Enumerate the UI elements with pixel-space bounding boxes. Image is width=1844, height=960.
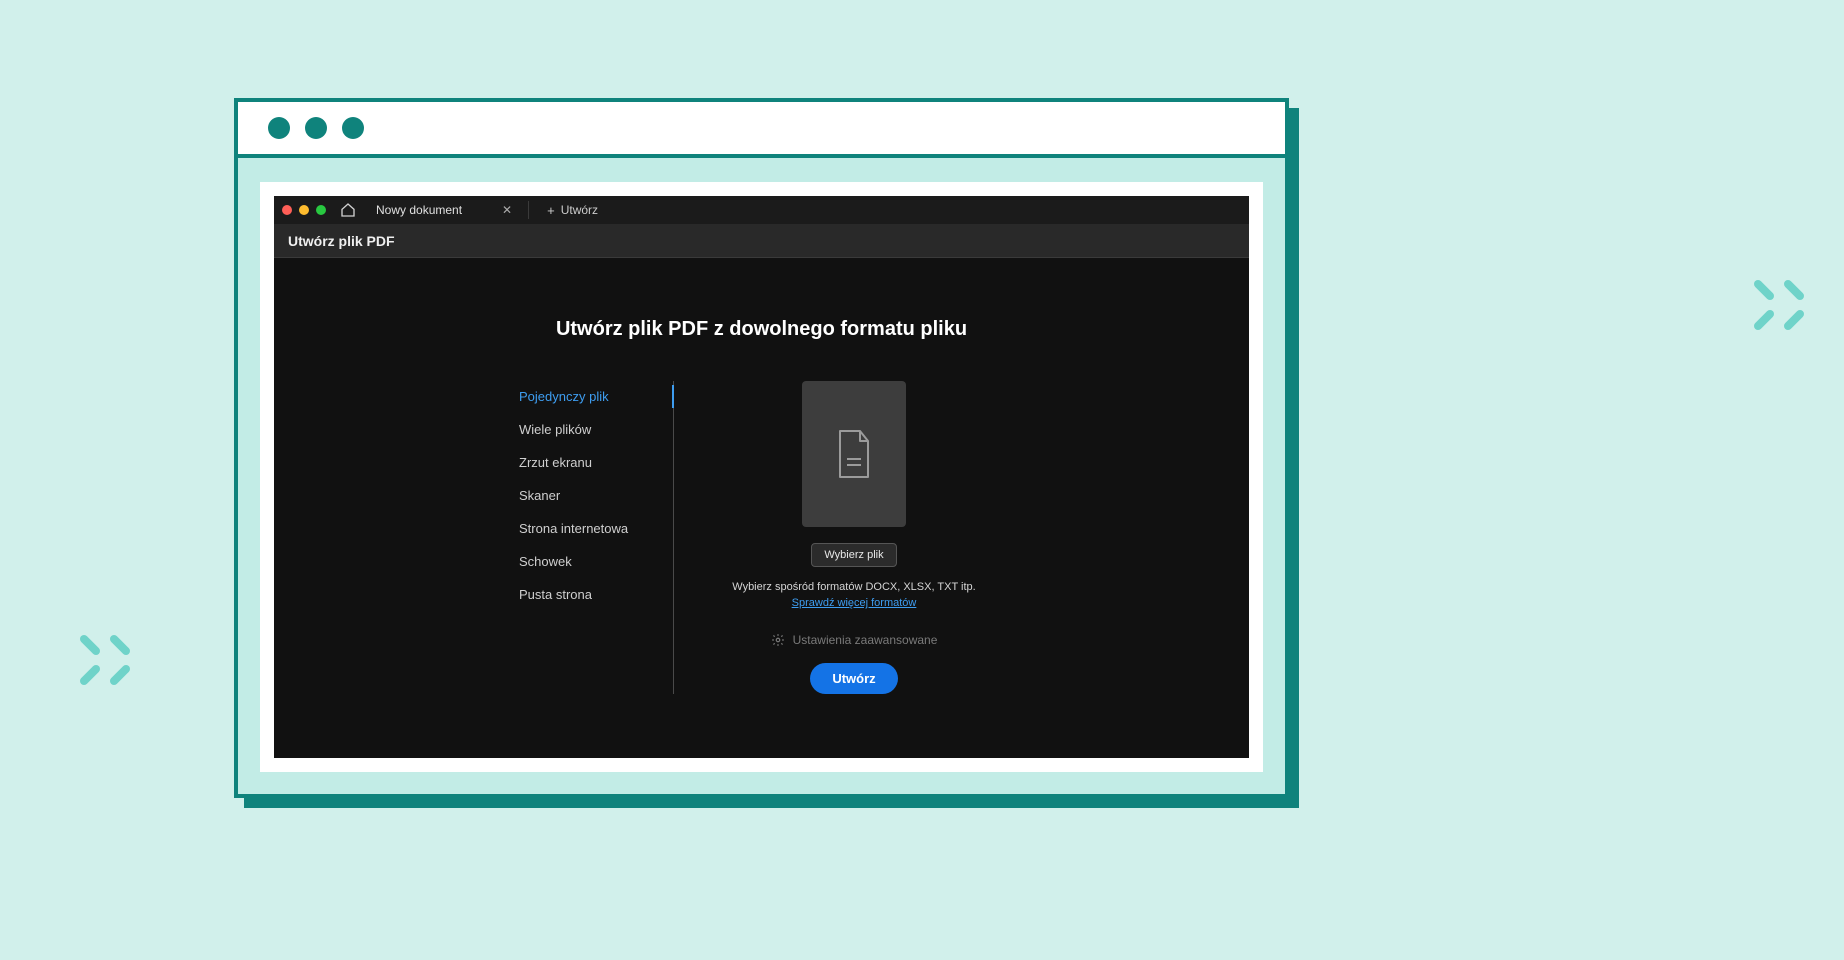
source-item[interactable]: Pusta strona bbox=[519, 587, 653, 602]
select-file-button[interactable]: Wybierz plik bbox=[811, 543, 896, 567]
app-window: Nowy dokument ✕ + Utwórz Utwórz plik PDF… bbox=[274, 196, 1249, 758]
source-item[interactable]: Wiele plików bbox=[519, 422, 653, 437]
app-tabbar: Nowy dokument ✕ + Utwórz bbox=[274, 196, 1249, 224]
toolbar-title: Utwórz plik PDF bbox=[288, 233, 395, 249]
outer-window-dot bbox=[305, 117, 327, 139]
source-item[interactable]: Skaner bbox=[519, 488, 653, 503]
outer-browser-window: Nowy dokument ✕ + Utwórz Utwórz plik PDF… bbox=[234, 98, 1289, 798]
format-hint-text: Wybierz spośród formatów DOCX, XLSX, TXT… bbox=[732, 581, 975, 593]
new-tab-label: Utwórz bbox=[561, 203, 598, 217]
main-heading: Utwórz plik PDF z dowolnego formatu plik… bbox=[556, 318, 967, 341]
source-list: Pojedynczy plik Wiele plików Zrzut ekranu S… bbox=[519, 381, 674, 694]
new-tab-button[interactable]: + Utwórz bbox=[535, 199, 610, 221]
advanced-settings-label: Ustawienia zaawansowane bbox=[793, 633, 938, 647]
document-tab[interactable]: Nowy dokument ✕ bbox=[366, 196, 522, 224]
plus-icon: + bbox=[547, 204, 555, 217]
inner-white-container: Nowy dokument ✕ + Utwórz Utwórz plik PDF… bbox=[260, 182, 1263, 772]
document-tab-label: Nowy dokument bbox=[376, 203, 462, 217]
gear-icon bbox=[771, 633, 785, 647]
main-body: Pojedynczy plik Wiele plików Zrzut ekranu S… bbox=[519, 381, 1004, 694]
source-item[interactable]: Schowek bbox=[519, 554, 653, 569]
outer-titlebar bbox=[238, 102, 1285, 158]
home-button[interactable] bbox=[336, 200, 360, 220]
create-button[interactable]: Utwórz bbox=[810, 663, 897, 694]
file-drop-zone[interactable] bbox=[802, 381, 906, 527]
outer-window-dot bbox=[268, 117, 290, 139]
app-toolbar: Utwórz plik PDF bbox=[274, 224, 1249, 258]
app-main: Utwórz plik PDF z dowolnego formatu plik… bbox=[274, 258, 1249, 758]
traffic-lights bbox=[282, 205, 326, 215]
advanced-settings-button[interactable]: Ustawienia zaawansowane bbox=[771, 633, 938, 647]
outer-window-dot bbox=[342, 117, 364, 139]
close-window-button[interactable] bbox=[282, 205, 292, 215]
more-formats-link[interactable]: Sprawdź więcej formatów bbox=[792, 597, 917, 609]
minimize-window-button[interactable] bbox=[299, 205, 309, 215]
source-item[interactable]: Strona internetowa bbox=[519, 521, 653, 536]
decorative-x-icon bbox=[1744, 270, 1814, 340]
close-tab-icon[interactable]: ✕ bbox=[502, 203, 512, 217]
document-icon bbox=[834, 429, 874, 479]
right-panel: Wybierz plik Wybierz spośród formatów DO… bbox=[704, 381, 1004, 694]
maximize-window-button[interactable] bbox=[316, 205, 326, 215]
source-item[interactable]: Pojedynczy plik bbox=[519, 389, 653, 404]
tab-separator bbox=[528, 201, 529, 219]
source-item[interactable]: Zrzut ekranu bbox=[519, 455, 653, 470]
decorative-x-icon bbox=[70, 625, 140, 695]
